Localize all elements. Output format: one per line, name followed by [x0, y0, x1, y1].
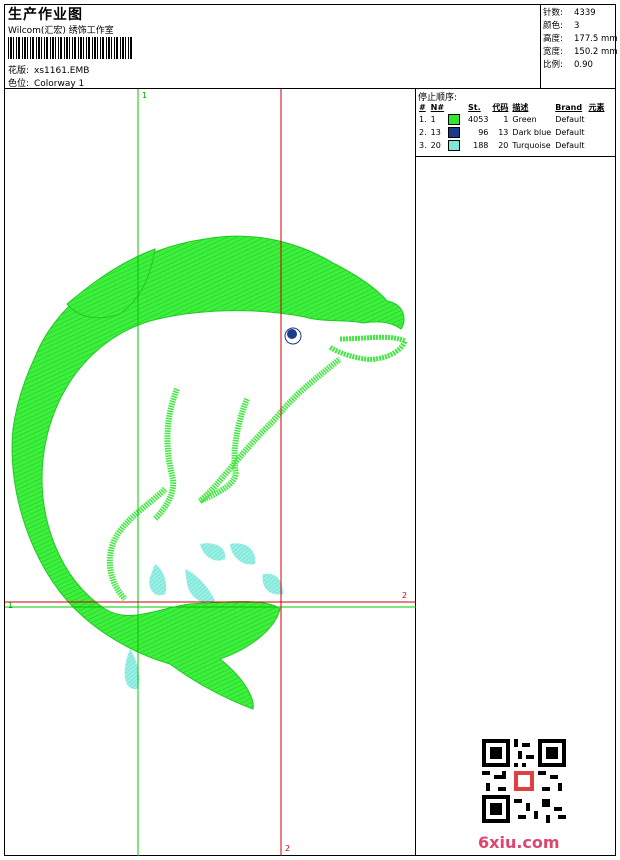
color-swatch: [448, 140, 461, 151]
col-element: 元素: [588, 102, 605, 112]
guide-label-top: 1: [142, 91, 148, 100]
water-drop: [200, 543, 226, 561]
row-stitches: 96: [478, 128, 489, 137]
page-title: 生产作业图: [8, 7, 83, 23]
guide-label-right: 2: [402, 591, 408, 600]
stat-colors: 颜色: 3: [543, 20, 616, 33]
row-description: Green: [512, 115, 537, 124]
row-needle: 1: [430, 115, 436, 124]
embroidery-preview: [5, 89, 416, 856]
table-row: 1. 1 4053 1 Green Default: [417, 113, 606, 126]
stat-label: 针数:: [543, 8, 563, 18]
design-canvas: 1 1 2 2: [5, 89, 416, 856]
row-code: 20: [498, 141, 509, 150]
stat-label: 比例:: [543, 60, 563, 70]
colorway-label: 色位:: [8, 79, 30, 89]
stat-height: 高度: 177.5 mm: [543, 33, 618, 46]
row-brand: Default: [555, 128, 585, 137]
col-needle: N#: [430, 102, 445, 112]
color-swatch: [448, 127, 461, 138]
stats-panel: 针数: 4339 颜色: 3 高度: 177.5 mm 宽度: 150.2 mm 比例:…: [541, 5, 618, 89]
row-needle: 20: [430, 141, 441, 150]
stat-value: 3: [574, 21, 580, 31]
stat-value: 0.90: [574, 60, 593, 70]
water-drop: [185, 569, 215, 604]
col-swatch: [446, 101, 466, 113]
dolphin-flipper-right: [198, 356, 342, 504]
dolphin-flipper-left: [152, 387, 180, 522]
watermark-logo: 6xiu.com: [478, 833, 560, 852]
col-brand: Brand: [555, 102, 583, 112]
row-index: 2.: [419, 128, 427, 137]
stat-stitches: 针数: 4339: [543, 7, 616, 20]
company-name: Wilcom(汇宏) 绣饰工作室: [8, 26, 114, 36]
water-drop: [149, 564, 167, 596]
header-panel: 生产作业图 Wilcom(汇宏) 绣饰工作室 花版: xs1161.EMB 色位:…: [5, 5, 541, 89]
color-sequence-table: # N# St. 代码 描述 Brand 元素 1. 1 4053 1 Gree…: [417, 101, 606, 152]
water-drop: [262, 573, 283, 595]
color-swatch: [448, 114, 461, 125]
row-description: Dark blue: [512, 128, 552, 137]
table-header: # N# St. 代码 描述 Brand 元素: [417, 101, 606, 113]
row-index: 3.: [419, 141, 427, 150]
guide-label-bottom: 2: [285, 844, 291, 853]
stat-label: 颜色:: [543, 21, 563, 31]
colorway-value: Colorway 1: [34, 79, 85, 89]
worksheet: 生产作业图 Wilcom(汇宏) 绣饰工作室 花版: xs1161.EMB 色位:…: [4, 4, 618, 856]
design-row: 花版: xs1161.EMB: [8, 63, 89, 76]
col-stitches: St.: [468, 102, 481, 112]
row-code: 13: [498, 128, 509, 137]
stat-width: 宽度: 150.2 mm: [543, 46, 618, 59]
row-needle: 13: [430, 128, 441, 137]
qr-code: [482, 739, 566, 823]
row-index: 1.: [419, 115, 427, 124]
design-value: xs1161.EMB: [34, 66, 90, 76]
row-brand: Default: [555, 115, 585, 124]
col-index: #: [419, 102, 426, 112]
table-row: 2. 13 96 13 Dark blue Default: [417, 126, 606, 139]
barcode: [8, 37, 134, 59]
stop-sequence-panel: 停止顺序: # N# St. 代码 描述 Brand 元素 1. 1 4053: [416, 89, 616, 856]
water-drop: [124, 649, 140, 690]
table-row: 3. 20 188 20 Turquoise Default: [417, 139, 606, 152]
row-brand: Default: [555, 141, 585, 150]
col-description: 描述: [512, 102, 529, 112]
stat-scale: 比例: 0.90: [543, 59, 616, 72]
col-code: 代码: [492, 102, 509, 112]
guide-label-left: 1: [8, 601, 14, 610]
colorway-row: 色位: Colorway 1: [8, 76, 84, 89]
stop-sequence-box: 停止顺序: # N# St. 代码 描述 Brand 元素 1. 1 4053: [416, 89, 616, 157]
stat-label: 高度:: [543, 34, 563, 44]
design-label: 花版:: [8, 66, 30, 76]
row-stitches: 188: [473, 141, 489, 150]
stat-label: 宽度:: [543, 47, 563, 57]
stat-value: 150.2 mm: [574, 47, 618, 57]
dolphin-snout: [328, 334, 409, 362]
water-drop: [230, 543, 256, 565]
dolphin-pupil: [287, 329, 297, 339]
row-stitches: 4053: [468, 115, 489, 124]
row-code: 1: [503, 115, 509, 124]
row-description: Turquoise: [512, 141, 551, 150]
stat-value: 4339: [574, 8, 596, 18]
stat-value: 177.5 mm: [574, 34, 618, 44]
